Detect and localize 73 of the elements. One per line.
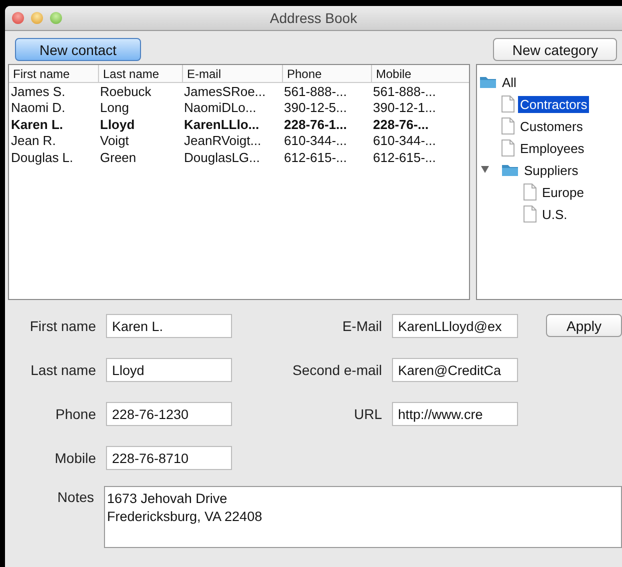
text-field[interactable]: Lloyd [106,358,232,382]
table-cell-text: 610-344-... [372,133,437,148]
table-cell-text: Lloyd [99,116,136,132]
expand-triangle-icon[interactable] [481,166,489,173]
text-field[interactable]: Karen@CreditCa [392,358,518,382]
tree-item[interactable]: All [500,74,518,90]
table-cell-text: 561-888-... [372,84,437,99]
document-icon [501,95,515,113]
text-field[interactable]: 228-76-1230 [106,402,232,426]
column-header[interactable]: Mobile [371,65,467,82]
table-row[interactable]: Naomi D. Long NaomiDLo... 390-12-5... 390-12-1... [9,100,469,116]
table-cell-text: Douglas L. [10,150,74,165]
table-cell-text: JamesSRoe... [183,84,267,99]
apply-button[interactable]: Apply [546,314,622,337]
table-cell-text: Voigt [99,133,130,148]
new-contact-button[interactable]: New contact [15,38,141,61]
column-header[interactable]: First name [9,65,98,82]
column-header[interactable]: Phone [282,65,371,82]
table-cell-text: Naomi D. [10,100,66,116]
zoom-icon[interactable] [50,12,62,24]
table-cell-text: 228-76-... [372,116,430,132]
table-cell-text: 390-12-5... [283,100,348,116]
document-icon [501,117,515,135]
table-cell-text: DouglasLG... [183,150,261,165]
notes-label: Notes [56,488,94,505]
table-cell-text: James S. [10,84,66,99]
tree-item[interactable]: U.S. [540,206,570,222]
new-category-button[interactable]: New category [493,38,617,61]
table-cell-text: Karen L. [10,116,64,132]
table-row[interactable]: James S. Roebuck JamesSRoe... 561-888-... 561-888-... [9,83,469,100]
close-icon[interactable] [12,12,24,24]
tree-item[interactable]: Employees [518,140,586,156]
table-cell-text: 610-344-... [283,133,348,148]
field-label: URL [352,406,382,422]
table-cell-text: Jean R. [10,133,57,148]
folder-icon [501,163,519,177]
field-label: Mobile [54,450,96,466]
field-label: Last name [30,362,96,378]
table-row[interactable]: Jean R. Voigt JeanRVoigt... 610-344-... 610-344-... [9,132,469,149]
table-cell-text: NaomiDLo... [183,100,258,116]
table-row[interactable]: Karen L. Lloyd KarenLLlo... 228-76-1... 228-76-... [9,116,469,132]
tree-item[interactable]: Contractors [518,96,590,112]
column-header[interactable]: E-mail [182,65,282,82]
table-cell-text: Roebuck [99,84,152,99]
table-cell-text: Long [99,100,130,116]
field-label: Second e-mail [292,362,382,378]
text-field[interactable]: KarenLLloyd@ex [392,314,518,338]
tree-item[interactable]: Suppliers [522,162,580,178]
table-cell-text: KarenLLlo... [183,116,260,132]
document-icon [523,205,537,223]
field-label: First name [28,318,96,334]
tree-item[interactable]: Europe [540,184,586,200]
field-label: Phone [54,406,96,422]
minimize-icon[interactable] [31,12,43,24]
document-icon [501,139,515,157]
field-label: E-Mail [341,318,382,334]
table-cell-text: 561-888-... [283,84,348,99]
table-cell-text: Green [99,150,138,165]
table-cell-text: 612-615-... [283,150,348,165]
folder-icon [479,75,497,89]
tree-item[interactable]: Customers [518,118,585,134]
notes-field[interactable]: 1673 Jehovah Drive Fredericksburg, VA 22408 [104,486,622,548]
text-field[interactable]: http://www.cre [392,402,518,426]
table-cell-text: JeanRVoigt... [183,133,262,148]
text-field[interactable]: 228-76-8710 [106,446,232,470]
window-title: Address Book [270,10,358,26]
text-field[interactable]: Karen L. [106,314,232,338]
document-icon [523,183,537,201]
column-header[interactable]: Last name [98,65,182,82]
table-cell-text: 612-615-... [372,150,437,165]
table-row[interactable]: Douglas L. Green DouglasLG... 612-615-... 612-615-... [9,149,469,166]
table-cell-text: 228-76-1... [283,116,348,132]
table-cell-text: 390-12-1... [372,100,437,116]
